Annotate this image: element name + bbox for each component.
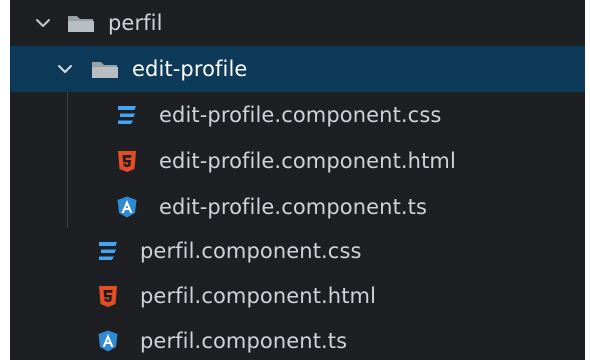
folder-open-icon (92, 62, 118, 78)
tree-item-file[interactable]: edit-profile.component.ts (10, 184, 585, 230)
tree-item-perfil-folder[interactable]: perfil (10, 0, 585, 46)
tree-item-file[interactable]: edit-profile.component.html (10, 138, 585, 184)
tree-item-label: edit-profile (132, 57, 248, 81)
angular-icon (98, 330, 118, 352)
chevron-down-icon[interactable] (34, 14, 52, 32)
tree-item-file[interactable]: edit-profile.component.css (10, 92, 585, 138)
tree-item-label: edit-profile.component.ts (159, 195, 428, 219)
file-explorer: perfil edit-profile edit-profile.compone… (10, 0, 585, 360)
tree-item-file[interactable]: perfil.component.css (10, 228, 585, 274)
tree-item-label: perfil.component.html (140, 284, 377, 308)
chevron-down-icon[interactable] (56, 60, 74, 78)
tree-item-file[interactable]: perfil.component.html (10, 273, 585, 319)
angular-icon (117, 196, 137, 218)
tree-item-label: perfil.component.css (140, 239, 362, 263)
tree-item-label: edit-profile.component.css (159, 103, 442, 127)
css-icon (118, 106, 136, 124)
tree-item-label: perfil.component.ts (140, 329, 348, 353)
css-icon (99, 242, 117, 260)
html-icon (99, 286, 117, 307)
tree-item-edit-profile-folder[interactable]: edit-profile (10, 46, 585, 92)
html-icon (118, 151, 136, 172)
tree-item-file[interactable]: perfil.component.ts (10, 318, 585, 360)
tree-item-label: perfil (108, 11, 163, 35)
tree-item-label: edit-profile.component.html (159, 149, 456, 173)
folder-open-icon (68, 16, 94, 32)
